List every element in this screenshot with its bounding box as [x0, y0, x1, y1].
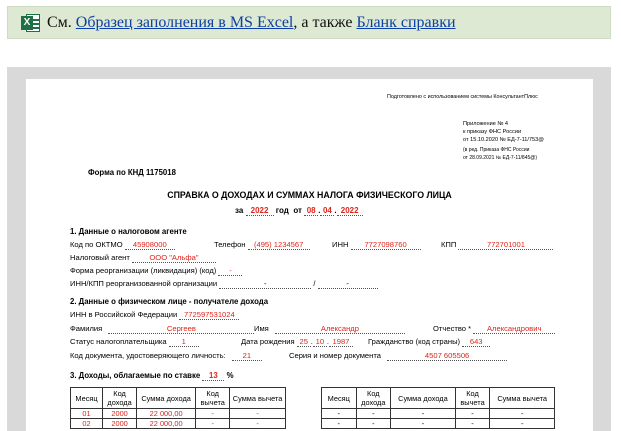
- reorg-inn-value: -: [219, 279, 312, 289]
- excel-sample-link[interactable]: Образец заполнения в MS Excel: [76, 14, 294, 32]
- patronymic-value: Александрович: [473, 324, 556, 334]
- agent-value: ООО "Альфа": [131, 253, 216, 263]
- report-day: 08: [304, 206, 319, 216]
- name-value: Александр: [274, 324, 405, 334]
- tax-rate-value: 13: [202, 371, 225, 381]
- inn-row: ИНН 7727098760: [332, 240, 421, 250]
- reorg-value: -: [218, 266, 243, 276]
- inn-rf-value: 772597531024: [179, 310, 240, 320]
- kpp-value: 772701001: [458, 240, 554, 250]
- banner-prefix: См.: [47, 13, 72, 31]
- birth-day: 25: [296, 337, 311, 347]
- patronymic-row: Отчество * Александрович: [433, 324, 556, 334]
- birth-year: 1987: [328, 337, 353, 347]
- header-month: Месяц: [69, 387, 104, 409]
- status-value: 1: [168, 337, 199, 347]
- form-page: Подготовлено с использованием системы Ко…: [26, 79, 593, 431]
- status-row: Статус налогоплательщика 1: [70, 337, 199, 347]
- inn-value: 7727098760: [350, 240, 421, 250]
- citizenship-value: 643: [462, 337, 491, 347]
- surname-row: Фамилия Сергеев: [70, 324, 255, 334]
- phone-value: (495) 1234567: [247, 240, 310, 250]
- document-preview-frame: Подготовлено с использованием системы Ко…: [7, 67, 611, 431]
- table-header-row: Месяц Код дохода Сумма дохода Код вычета…: [69, 387, 286, 409]
- oktmo-value: 45908000: [124, 240, 175, 250]
- header-deduction-code: Код вычета: [195, 387, 231, 409]
- inn-rf-row: ИНН в Российской Федерации 772597531024: [70, 310, 240, 320]
- info-banner: X См. Образец заполнения в MS Excel, а т…: [7, 6, 611, 39]
- oktmo-row: Код по ОКТМО 45908000: [70, 240, 175, 250]
- header-income-sum: Сумма дохода: [136, 387, 197, 409]
- banner-middle: , а также: [293, 13, 353, 31]
- blank-form-link[interactable]: Бланк справки: [356, 14, 455, 32]
- document-series-value: 4507 605506: [387, 351, 508, 361]
- document-series-row: Серия и номер документа 4507 605506: [289, 351, 508, 361]
- document-code-row: Код документа, удостоверяющего личность:…: [70, 351, 262, 361]
- birth-row: Дата рождения 25. 10. 1987: [241, 337, 353, 347]
- table-row: 01 2000 22 000,00 - -: [69, 408, 286, 419]
- income-table-left: Месяц Код дохода Сумма дохода Код вычета…: [69, 387, 286, 429]
- consultant-note: Подготовлено с использованием системы Ко…: [387, 94, 538, 100]
- excel-icon: X: [21, 13, 41, 33]
- birth-month: 10: [312, 337, 327, 347]
- header-income-code: Код дохода: [102, 387, 138, 409]
- kpp-row: КПП 772701001: [441, 240, 554, 250]
- table-row: - - - - -: [321, 408, 555, 419]
- table-row: - - - - -: [321, 418, 555, 429]
- section-2-title: 2. Данные о физическом лице - получателе…: [70, 297, 269, 306]
- report-date-year: 2022: [336, 206, 363, 216]
- agent-row: Налоговый агент ООО "Альфа": [70, 253, 216, 263]
- report-year: 2022: [245, 206, 274, 216]
- table-row: 02 2000 22 000,00 - -: [69, 418, 286, 429]
- period-line: за 2022 год от 08. 04. 2022: [235, 206, 363, 216]
- section-1-title: 1. Данные о налоговом агенте: [70, 227, 187, 236]
- section-3-title: 3. Доходы, облагаемые по ставке 13 %: [70, 371, 234, 381]
- header-deduction-sum: Сумма вычета: [229, 387, 286, 409]
- reorg-kpp-value: -: [317, 279, 378, 289]
- table-header-row: Месяц Код дохода Сумма дохода Код вычета…: [321, 387, 555, 409]
- appendix-block: Приложение № 4 к приказу ФНС России от 1…: [463, 121, 544, 161]
- document-code-value: 21: [231, 351, 262, 361]
- knd-code: Форма по КНД 1175018: [88, 168, 176, 177]
- surname-value: Сергеев: [108, 324, 255, 334]
- phone-row: Телефон (495) 1234567: [214, 240, 310, 250]
- report-month: 04: [320, 206, 335, 216]
- name-row: Имя Александр: [254, 324, 405, 334]
- form-title: СПРАВКА О ДОХОДАХ И СУММАХ НАЛОГА ФИЗИЧЕ…: [167, 190, 452, 200]
- reorg-inn-row: ИНН/КПП реорганизованной организации - /…: [70, 279, 378, 289]
- citizenship-row: Гражданство (код страны) 643: [368, 337, 491, 347]
- income-table-right: Месяц Код дохода Сумма дохода Код вычета…: [321, 387, 555, 429]
- reorg-row: Форма реорганизации (ликвидация) (код) -: [70, 266, 243, 276]
